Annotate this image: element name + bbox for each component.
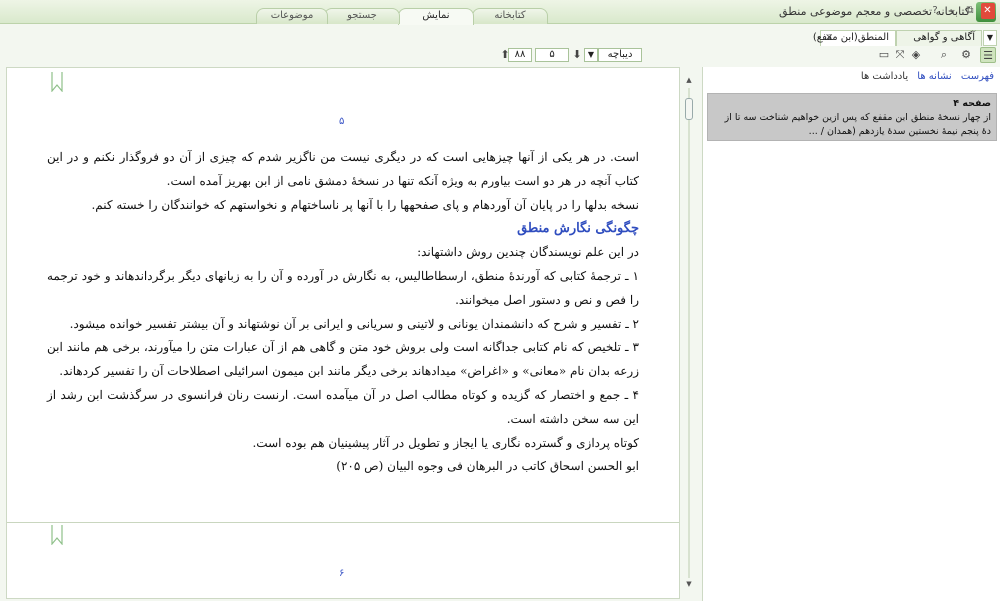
book-icon[interactable]: ▭ <box>876 47 892 63</box>
zoom-input[interactable]: ۸۸ <box>508 48 532 62</box>
note-title: صفحه ۴ <box>953 98 991 109</box>
page-text: است. در هر یکی از آنها چیزهایی است که در… <box>47 146 639 479</box>
doc-tab-label: آگاهی و گواهی <box>913 32 975 43</box>
restore-button[interactable]: ⧉ <box>963 3 977 19</box>
scroll-thumb[interactable] <box>685 98 693 120</box>
note-text: از چهار نسخهٔ منطق ابن مقفع که پس ازین خ… <box>724 112 991 137</box>
scroll-down-icon[interactable]: ▼ <box>685 580 693 588</box>
side-panel-tabs: فهرست نشانه ها یادداشت ها <box>855 71 994 82</box>
section-heading: چگونگی نگارش منطق <box>517 221 639 237</box>
reader-toolbar: ⬆ ۸۸ ۵ ⬇ ▼ دیباچه ▭ ⤧ ◈ ⌕ ⚙ ☰ <box>0 47 1000 65</box>
tab-contents[interactable]: فهرست <box>961 71 994 82</box>
reader-pane[interactable]: ۵ است. در هر یکی از آنها چیزهایی است که … <box>6 67 680 599</box>
paragraph: ۲ ـ تفسیر و شرح که دانشمندان یونانی و لا… <box>69 316 639 331</box>
doc-tab-mantiq[interactable]: المنطق(ابن مقفع) × <box>813 30 896 46</box>
page-number-bottom: ۶ <box>339 568 345 579</box>
tab-library[interactable]: کتابخانه <box>472 8 548 24</box>
paragraph: ۴ ـ جمع و اختصار که گزیده و کوتاه مطالب … <box>47 387 639 426</box>
bookmark-icon[interactable] <box>51 72 63 92</box>
bookmark-icon[interactable] <box>51 525 63 545</box>
doc-tab-agahi[interactable]: آگاهی و گواهی <box>896 30 982 46</box>
tab-notes[interactable]: یادداشت ها <box>861 71 908 82</box>
section-select[interactable]: دیباچه <box>598 48 642 62</box>
vertical-scrollbar[interactable]: ▲ ▼ <box>683 76 695 590</box>
paragraph: کوتاه پردازی و گسترده نگاری یا ایجاز و ت… <box>252 435 639 450</box>
paragraph: است. در هر یکی از آنها چیزهایی است که در… <box>47 150 639 188</box>
minimize-button[interactable]: – <box>946 3 960 19</box>
scroll-up-icon[interactable]: ▲ <box>685 76 693 84</box>
list-icon[interactable]: ☰ <box>980 47 996 63</box>
tab-view[interactable]: نمایش <box>398 8 474 25</box>
section-dropdown-icon[interactable]: ▼ <box>584 48 598 62</box>
tab-search[interactable]: جستجو <box>324 8 400 24</box>
shape-icon[interactable]: ◈ <box>908 47 924 63</box>
search-icon[interactable]: ⌕ <box>936 47 952 63</box>
tab-list-dropdown-icon[interactable]: ▼ <box>983 30 997 46</box>
paragraph: ۳ ـ تلخیص که نام کتابی جداگانه است ولی ب… <box>47 340 639 379</box>
note-item[interactable]: صفحه ۴ از چهار نسخهٔ منطق ابن مقفع که پس… <box>707 93 997 141</box>
page-separator <box>7 522 679 523</box>
main-tabs: کتابخانه نمایش جستجو موضوعات <box>256 8 548 25</box>
paragraph: نسخه بدلها را در پایان آن آوردهام و پای … <box>91 197 639 212</box>
page-down-arrow-icon[interactable]: ⬇ <box>569 47 585 63</box>
help-button[interactable]: ? <box>928 3 942 19</box>
tab-subjects[interactable]: موضوعات <box>256 8 328 24</box>
fullscreen-icon[interactable]: ⤧ <box>892 47 908 63</box>
window-controls: ? – ⧉ ✕ <box>928 3 998 21</box>
close-button[interactable]: ✕ <box>980 3 995 19</box>
page-input[interactable]: ۵ <box>535 48 569 62</box>
paragraph: ۱ ـ ترجمهٔ کتابی که آورندهٔ منطق، ارسطاط… <box>47 268 639 307</box>
paragraph: در این علم نویسندگان چندین روش داشتهاند: <box>417 245 639 260</box>
gear-icon[interactable]: ⚙ <box>958 47 974 63</box>
document-tabs: ▼ آگاهی و گواهی المنطق(ابن مقفع) × <box>0 28 1000 46</box>
scroll-track[interactable] <box>688 88 690 578</box>
close-tab-icon[interactable]: × <box>825 31 833 45</box>
side-panel: فهرست نشانه ها یادداشت ها صفحه ۴ از چهار… <box>702 67 1000 601</box>
tab-bookmarks[interactable]: نشانه ها <box>917 71 951 82</box>
paragraph: ابو الحسن اسحاق کاتب در البرهان فی وجوه … <box>336 459 639 474</box>
page-number-top: ۵ <box>339 116 345 127</box>
